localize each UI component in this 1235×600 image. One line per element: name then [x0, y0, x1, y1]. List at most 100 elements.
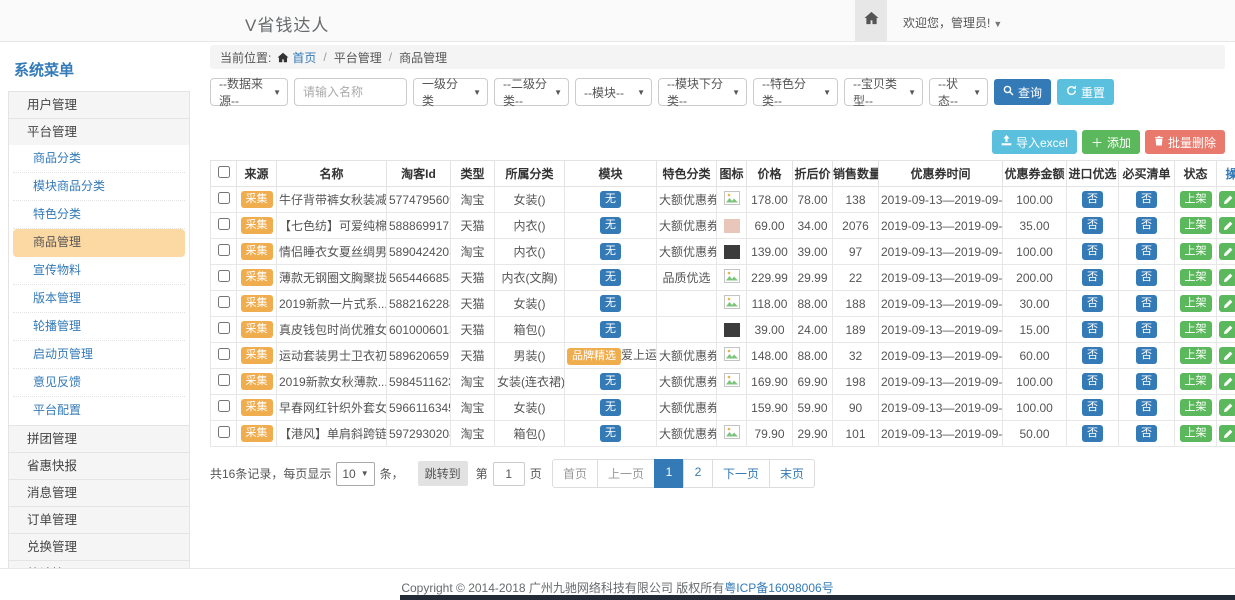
edit-button[interactable]	[1219, 191, 1235, 208]
import-select-badge[interactable]: 否	[1082, 217, 1103, 233]
jump-to-button[interactable]: 跳转到	[418, 461, 468, 486]
taoke-id-cell: 598451162391	[387, 369, 451, 395]
pager-末页[interactable]: 末页	[769, 459, 815, 488]
filter-select-5[interactable]: --模块下分类--▼	[658, 78, 747, 106]
import-excel-button[interactable]: 导入excel	[992, 130, 1077, 154]
sidebar-group-省惠快报[interactable]: 省惠快报	[8, 452, 190, 480]
sidebar-item-启动页管理[interactable]: 启动页管理	[13, 341, 185, 369]
status-badge[interactable]: 上架	[1180, 269, 1212, 285]
status-badge[interactable]: 上架	[1180, 295, 1212, 311]
row-checkbox[interactable]	[218, 374, 230, 386]
status-badge[interactable]: 上架	[1180, 243, 1212, 259]
sidebar-group-兑换管理[interactable]: 兑换管理	[8, 533, 190, 561]
filter-select-1[interactable]: --数据来源--▼	[210, 78, 288, 106]
import-select-badge[interactable]: 否	[1082, 243, 1103, 259]
status-badge[interactable]: 上架	[1180, 347, 1212, 363]
must-buy-badge[interactable]: 否	[1136, 347, 1157, 363]
filter-select-2[interactable]: 一级分类▼	[413, 78, 488, 106]
row-checkbox[interactable]	[218, 270, 230, 282]
edit-button[interactable]	[1219, 217, 1235, 234]
must-buy-badge[interactable]: 否	[1136, 425, 1157, 441]
edit-button[interactable]	[1219, 425, 1235, 442]
filter-select-6[interactable]: --特色分类--▼	[753, 78, 838, 106]
row-checkbox-cell	[211, 369, 237, 395]
status-badge[interactable]: 上架	[1180, 217, 1212, 233]
must-buy-badge[interactable]: 否	[1136, 321, 1157, 337]
pager-首页[interactable]: 首页	[552, 459, 598, 488]
sidebar-item-商品管理[interactable]: 商品管理	[13, 229, 185, 257]
price-cell: 139.00	[747, 239, 793, 265]
sidebar-item-商品分类[interactable]: 商品分类	[13, 145, 185, 173]
user-menu[interactable]: 欢迎您，管理员!▼	[903, 14, 1002, 31]
edit-button[interactable]	[1219, 399, 1235, 416]
row-checkbox[interactable]	[218, 218, 230, 230]
row-checkbox[interactable]	[218, 348, 230, 360]
name-search-input[interactable]	[294, 78, 407, 106]
must-buy-badge[interactable]: 否	[1136, 217, 1157, 233]
import-select-badge[interactable]: 否	[1082, 425, 1103, 441]
import-select-badge[interactable]: 否	[1082, 295, 1103, 311]
pager-1[interactable]: 1	[654, 459, 684, 488]
header-home-button[interactable]	[855, 0, 887, 41]
filter-select-3[interactable]: --二级分类--▼	[494, 78, 569, 106]
sidebar-item-版本管理[interactable]: 版本管理	[13, 285, 185, 313]
add-button[interactable]: ＋ 添加	[1082, 130, 1140, 154]
row-checkbox[interactable]	[218, 400, 230, 412]
status-badge[interactable]: 上架	[1180, 425, 1212, 441]
filter-select-4[interactable]: --模块--▼	[575, 78, 652, 106]
row-checkbox[interactable]	[218, 244, 230, 256]
import-select-badge[interactable]: 否	[1082, 347, 1103, 363]
must-buy-badge[interactable]: 否	[1136, 295, 1157, 311]
per-page-select[interactable]: 10▼	[336, 462, 374, 486]
sidebar-item-模块商品分类[interactable]: 模块商品分类	[13, 173, 185, 201]
batch-delete-button[interactable]: 批量删除	[1145, 130, 1225, 154]
status-badge[interactable]: 上架	[1180, 399, 1212, 415]
sidebar-group-用户管理[interactable]: 用户管理	[8, 91, 190, 119]
pager-2[interactable]: 2	[683, 459, 713, 488]
sidebar-group-消息管理[interactable]: 消息管理	[8, 479, 190, 507]
pager-上一页[interactable]: 上一页	[597, 459, 655, 488]
pager-下一页[interactable]: 下一页	[712, 459, 770, 488]
status-badge[interactable]: 上架	[1180, 321, 1212, 337]
must-buy-badge[interactable]: 否	[1136, 191, 1157, 207]
sidebar-item-轮播管理[interactable]: 轮播管理	[13, 313, 185, 341]
import-select-badge[interactable]: 否	[1082, 373, 1103, 389]
reset-button[interactable]: 重置	[1057, 79, 1114, 105]
chevron-down-icon: ▼	[637, 88, 645, 97]
filter-select-8[interactable]: --状态--▼	[929, 78, 988, 106]
edit-button[interactable]	[1219, 347, 1235, 364]
filter-select-7[interactable]: --宝贝类型--▼	[844, 78, 923, 106]
must-buy-badge[interactable]: 否	[1136, 399, 1157, 415]
import-select-badge[interactable]: 否	[1082, 321, 1103, 337]
row-checkbox[interactable]	[218, 322, 230, 334]
page-number-input[interactable]	[493, 462, 525, 486]
must-buy-badge[interactable]: 否	[1136, 269, 1157, 285]
must-buy-badge[interactable]: 否	[1136, 373, 1157, 389]
sidebar-group-订单管理[interactable]: 订单管理	[8, 506, 190, 534]
import-select-badge[interactable]: 否	[1082, 191, 1103, 207]
row-checkbox[interactable]	[218, 426, 230, 438]
edit-button[interactable]	[1219, 269, 1235, 286]
must-buy-badge[interactable]: 否	[1136, 243, 1157, 259]
edit-button[interactable]	[1219, 243, 1235, 260]
row-checkbox[interactable]	[218, 192, 230, 204]
edit-button[interactable]	[1219, 321, 1235, 338]
sidebar-item-意见反馈[interactable]: 意见反馈	[13, 369, 185, 397]
select-all-checkbox[interactable]	[218, 166, 230, 178]
sidebar-item-平台配置[interactable]: 平台配置	[13, 397, 185, 425]
row-checkbox[interactable]	[218, 296, 230, 308]
sidebar-group-拼团管理[interactable]: 拼团管理	[8, 425, 190, 453]
edit-button[interactable]	[1219, 295, 1235, 312]
breadcrumb-home-link[interactable]: 首页	[292, 49, 316, 66]
sidebar-group-平台管理[interactable]: 平台管理	[8, 118, 190, 146]
import-select-badge[interactable]: 否	[1082, 399, 1103, 415]
icp-link[interactable]: 粤ICP备16098006号	[724, 581, 833, 595]
status-badge[interactable]: 上架	[1180, 373, 1212, 389]
sidebar-item-特色分类[interactable]: 特色分类	[13, 201, 185, 229]
image-placeholder-icon	[724, 194, 740, 208]
search-button[interactable]: 查询	[994, 79, 1051, 105]
edit-button[interactable]	[1219, 373, 1235, 390]
import-select-badge[interactable]: 否	[1082, 269, 1103, 285]
status-badge[interactable]: 上架	[1180, 191, 1212, 207]
sidebar-item-宣传物料[interactable]: 宣传物料	[13, 257, 185, 285]
